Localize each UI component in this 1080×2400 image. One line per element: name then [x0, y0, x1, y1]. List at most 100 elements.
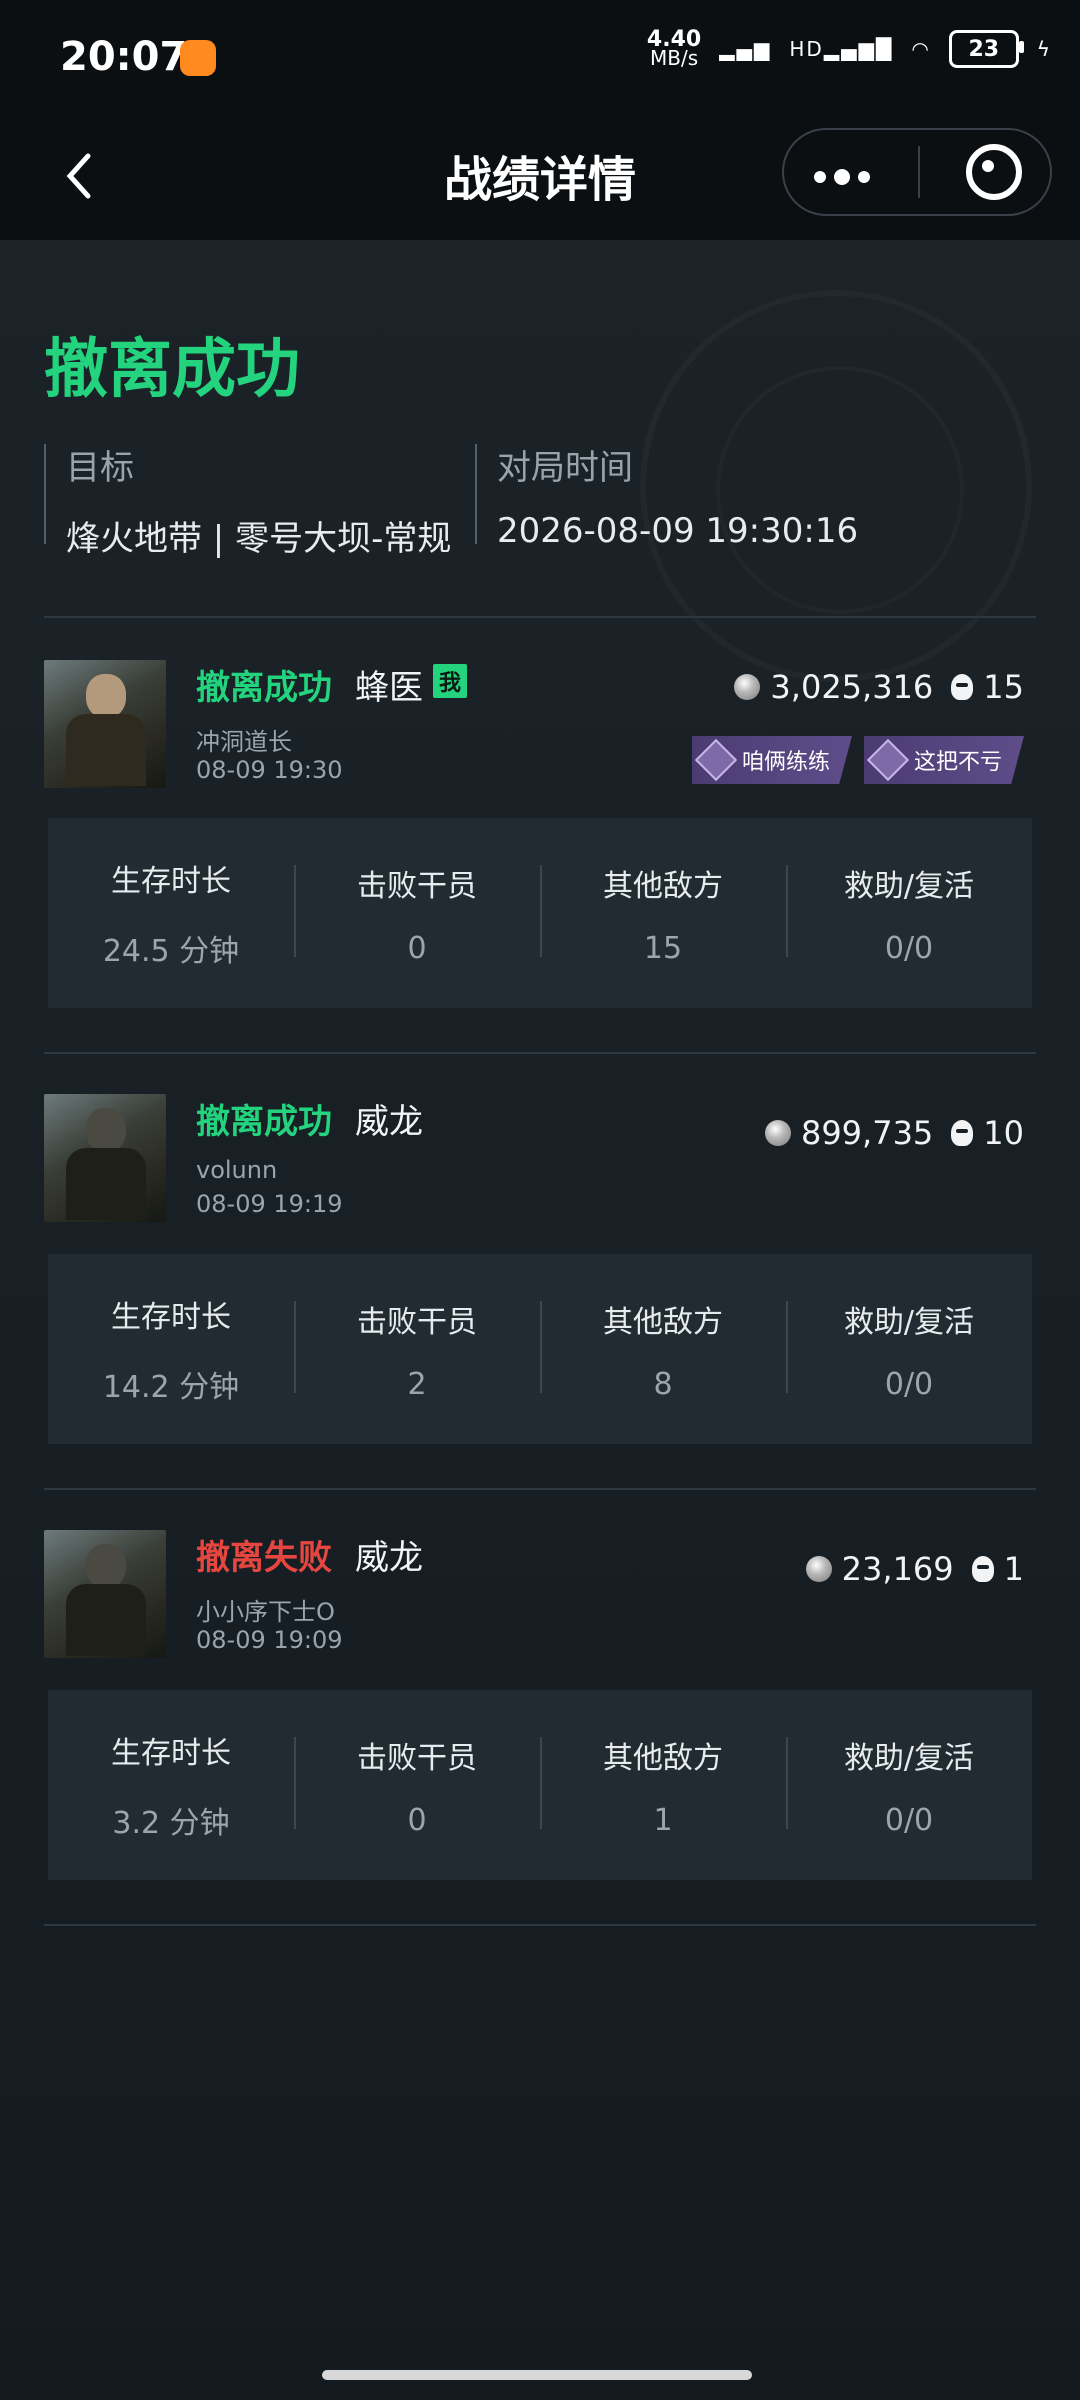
stat-operators: 击败干员 2: [294, 1297, 540, 1402]
kill-count: 1: [1003, 1550, 1024, 1588]
badge-label: 这把不亏: [913, 750, 1002, 775]
operator-avatar: [44, 1530, 166, 1658]
close-mini-program-button[interactable]: [966, 144, 1022, 200]
stat-label: 其他敌方: [603, 1740, 723, 1776]
operator-avatar: [44, 660, 166, 788]
player-name: volunn: [196, 1156, 278, 1184]
stat-value: 14.2 分钟: [102, 1370, 240, 1405]
nav-header: 战绩详情: [0, 120, 1080, 240]
achievement-badge[interactable]: 咱俩练练: [691, 736, 852, 784]
operator-name: 威龙: [355, 1102, 423, 1142]
match-time-value: 2026-08-09 19:30:16: [497, 511, 859, 551]
stat-value: 0/0: [884, 930, 934, 966]
stat-value: 1: [653, 1802, 673, 1838]
status-bar: 20:07 4.40 MB/s ▂▄▆ HD▂▄▆█ ◠ 23 ϟ: [0, 0, 1080, 120]
app-notification-icon: [180, 40, 216, 76]
me-badge: 我: [433, 664, 467, 698]
operator-avatar: [44, 1094, 166, 1222]
mini-program-capsule: [782, 128, 1052, 216]
stat-assist: 救助/复活 0/0: [786, 1297, 1032, 1402]
achievement-badge[interactable]: 这把不亏: [863, 736, 1024, 784]
more-button[interactable]: [812, 147, 872, 198]
stat-value: 2: [407, 1366, 427, 1402]
stat-label: 击败干员: [357, 1304, 477, 1340]
divider: [44, 1924, 1036, 1926]
stat-value: 15: [643, 930, 683, 966]
operator-name: 蜂医: [355, 668, 423, 708]
stat-label: 击败干员: [357, 868, 477, 904]
match-time: 08-09 19:19: [196, 1190, 343, 1218]
match-time: 08-09 19:30: [196, 756, 343, 784]
stat-label: 救助/复活: [843, 1740, 975, 1776]
stat-value: 0: [407, 930, 427, 966]
achievement-badges: 咱俩练练 这把不亏: [691, 736, 1024, 784]
more-icon: [814, 168, 870, 185]
wifi-icon: ◠: [911, 37, 931, 61]
network-speed-unit: MB/s: [649, 46, 699, 70]
match-value: 899,735 10: [764, 1114, 1024, 1152]
stat-enemies: 其他敌方 8: [540, 1297, 786, 1402]
divider: [44, 1488, 1036, 1490]
divider: [44, 1052, 1036, 1054]
charging-icon: ϟ: [1036, 37, 1052, 61]
match-stats: 生存时长 24.5 分钟 击败干员 0 其他敌方 15 救助/复活 0/0: [48, 818, 1032, 1008]
match-status: 撤离成功: [196, 668, 332, 708]
stat-value: 0: [407, 1802, 427, 1838]
match-time-label: 对局时间: [497, 448, 633, 488]
match-time: 08-09 19:09: [196, 1626, 343, 1654]
status-icons: 4.40 MB/s ▂▄▆ HD▂▄▆█ ◠ 23 ϟ: [647, 29, 1052, 70]
battery-icon: 23: [948, 30, 1024, 68]
match-time-info: 对局时间 2026-08-09 19:30:16: [475, 440, 858, 551]
stat-survival: 生存时长 14.2 分钟: [48, 1292, 294, 1406]
value-amount: 3,025,316: [770, 668, 934, 706]
skull-icon: [971, 1556, 994, 1582]
signal-icon: ▂▄▆: [719, 37, 772, 61]
info-divider: [475, 444, 477, 544]
coin-icon: [764, 1120, 791, 1146]
kill-count: 15: [983, 668, 1024, 706]
signal-hd-icon: HD▂▄▆█: [789, 37, 894, 61]
match-stats: 生存时长 14.2 分钟 击败干员 2 其他敌方 8 救助/复活 0/0: [48, 1254, 1032, 1444]
stat-label: 生存时长: [111, 864, 231, 899]
coin-icon: [734, 674, 761, 700]
player-name: 小小序下士O: [196, 1598, 335, 1626]
stat-label: 生存时长: [111, 1736, 231, 1771]
match-status: 撤离失败: [196, 1538, 332, 1578]
stat-value: 24.5 分钟: [102, 934, 240, 969]
kill-count: 10: [983, 1114, 1024, 1152]
match-status: 撤离成功: [196, 1102, 332, 1142]
stat-enemies: 其他敌方 1: [540, 1733, 786, 1838]
stat-value: 0/0: [884, 1366, 934, 1402]
result-headline: 撤离成功: [44, 333, 300, 407]
stat-label: 其他敌方: [603, 868, 723, 904]
operator-name: 威龙: [355, 1538, 423, 1578]
match-value: 3,025,316 15: [734, 668, 1024, 706]
target-info: 目标 烽火地带 | 零号大坝-常规: [44, 440, 451, 560]
skull-icon: [951, 1120, 974, 1146]
signal-hd-label: HD: [789, 37, 824, 61]
match-stats: 生存时长 3.2 分钟 击败干员 0 其他敌方 1 救助/复活 0/0: [48, 1690, 1032, 1880]
info-divider: [44, 444, 46, 544]
battery-level: 23: [968, 36, 1000, 62]
stat-label: 其他敌方: [603, 1304, 723, 1340]
stat-enemies: 其他敌方 15: [540, 861, 786, 966]
stat-value: 3.2 分钟: [112, 1806, 230, 1841]
badge-gem-icon: [694, 738, 738, 782]
target-label: 目标: [66, 448, 134, 488]
home-indicator[interactable]: [322, 2370, 752, 2380]
player-name: 冲洞道长: [196, 728, 292, 756]
stat-operators: 击败干员 0: [294, 861, 540, 966]
value-amount: 23,169: [841, 1550, 954, 1588]
target-value: 烽火地带 | 零号大坝-常规: [66, 519, 452, 559]
divider: [44, 616, 1036, 618]
coin-icon: [805, 1556, 832, 1582]
status-time: 20:07: [60, 34, 188, 80]
stat-assist: 救助/复活 0/0: [786, 1733, 1032, 1838]
stat-operators: 击败干员 0: [294, 1733, 540, 1838]
badge-label: 咱俩练练: [741, 750, 830, 775]
content-area: 撤离成功 目标 烽火地带 | 零号大坝-常规 对局时间 2026-08-09 1…: [0, 240, 1080, 2400]
network-speed: 4.40 MB/s: [647, 29, 701, 70]
stat-assist: 救助/复活 0/0: [786, 861, 1032, 966]
capsule-divider: [918, 146, 920, 198]
stat-value: 0/0: [884, 1802, 934, 1838]
